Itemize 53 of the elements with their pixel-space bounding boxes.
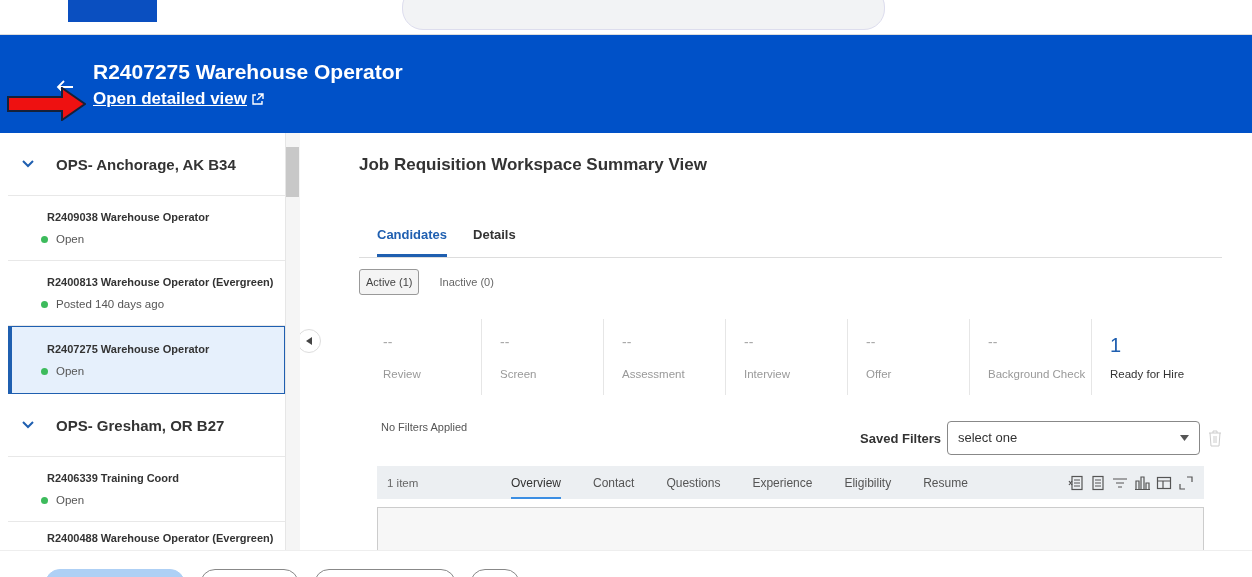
spreadsheet-icon[interactable] [1068, 474, 1084, 491]
stage-label: Review [383, 368, 422, 380]
requisition-title: R2400488 Warehouse Operator (Evergreen) [46, 532, 275, 544]
tab[interactable]: Details [473, 223, 516, 257]
stage-label: Screen [500, 368, 538, 380]
item-count: 1 item [387, 476, 420, 489]
requisition-item[interactable]: R2409038 Warehouse Operator Open [8, 196, 285, 261]
group-header[interactable]: OPS- Gresham, OR B27 [8, 394, 285, 457]
stage-label: Interview [744, 368, 792, 380]
chevron-icon[interactable] [22, 160, 34, 168]
status-text: Open [56, 494, 85, 506]
filter-toggle[interactable]: Active (1) [359, 269, 420, 295]
dropdown-caret-icon [1180, 434, 1189, 441]
filter-toggle[interactable]: Inactive (0) [433, 270, 500, 294]
expand-icon[interactable] [1178, 474, 1194, 491]
grid-tab[interactable]: Experience [752, 466, 813, 499]
grid-tab[interactable]: Contact [593, 466, 635, 499]
stage-count[interactable]: 1 [1110, 334, 1213, 354]
grid-tab[interactable]: Eligibility [844, 466, 892, 499]
page-title: R2407275 Warehouse Operator [93, 60, 403, 84]
requisition-title: R2406339 Training Coord [46, 472, 181, 484]
layout-icon[interactable] [1156, 474, 1172, 491]
group-header[interactable]: OPS- Anchorage, AK B34 [8, 133, 285, 196]
left-triangle-icon [306, 337, 312, 345]
saved-filters-label: Saved Filters [860, 430, 941, 446]
section-title: Job Requisition Workspace Summary View [359, 155, 708, 175]
requisition-item[interactable]: R2400488 Warehouse Operator (Evergreen) [8, 522, 285, 550]
grid-tab[interactable]: Resume [923, 466, 968, 499]
group-name: OPS- Gresham, OR B27 [56, 416, 225, 434]
status-text: Open [56, 233, 85, 245]
stage-label: Background Check [988, 368, 1087, 380]
requisition-item[interactable]: R2407275 Warehouse Operator Open [8, 326, 285, 394]
document-icon[interactable] [1090, 474, 1106, 491]
stage-label: Offer [866, 368, 893, 380]
external-link-icon [251, 92, 264, 106]
bar-chart-icon[interactable] [1134, 474, 1150, 491]
stage-label: Assessment [622, 368, 686, 380]
saved-filters-dropdown[interactable]: select one [947, 420, 1200, 455]
grid-tab[interactable]: Questions [666, 466, 721, 499]
status-text: Open [56, 365, 85, 377]
requisition-title: R2400813 Warehouse Operator (Evergreen) [46, 276, 275, 288]
requisition-item[interactable]: R2406339 Training Coord Open [8, 457, 285, 522]
group-name: OPS- Anchorage, AK B34 [56, 155, 236, 173]
requisition-title: R2407275 Warehouse Operator [46, 343, 211, 355]
filters-note: No Filters Applied [381, 420, 469, 433]
open-detailed-view-link[interactable]: Open detailed view [93, 89, 403, 109]
status-text: Posted 140 days ago [56, 298, 165, 310]
requisition-title: R2409038 Warehouse Operator [46, 211, 211, 223]
chevron-icon[interactable] [22, 421, 34, 429]
scrollbar[interactable] [286, 133, 300, 551]
tab[interactable]: Candidates [377, 223, 448, 257]
grid-tab[interactable]: Overview [511, 466, 561, 499]
stage-label: Ready for Hire [1110, 368, 1186, 380]
